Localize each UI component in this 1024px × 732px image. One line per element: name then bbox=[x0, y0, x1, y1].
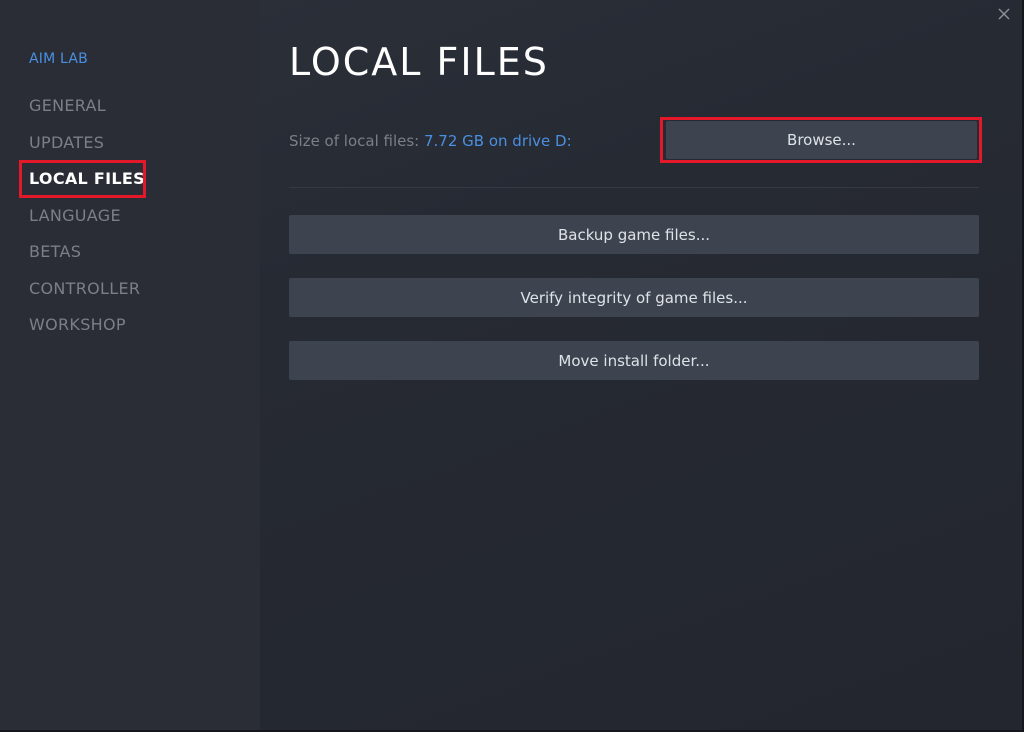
page-title: LOCAL FILES bbox=[289, 40, 549, 84]
properties-window: AIM LAB GENERAL UPDATES LOCAL FILES LANG… bbox=[0, 0, 1024, 732]
size-label: Size of local files: bbox=[289, 132, 420, 150]
move-install-folder-button[interactable]: Move install folder... bbox=[289, 341, 979, 380]
sidebar-item-language[interactable]: LANGUAGE bbox=[29, 206, 121, 225]
sidebar-item-updates[interactable]: UPDATES bbox=[29, 133, 104, 152]
close-button[interactable] bbox=[996, 6, 1012, 22]
verify-integrity-button[interactable]: Verify integrity of game files... bbox=[289, 278, 979, 317]
main-panel: LOCAL FILES Size of local files: 7.72 GB… bbox=[260, 0, 1022, 730]
backup-game-files-button[interactable]: Backup game files... bbox=[289, 215, 979, 254]
local-files-size: Size of local files: 7.72 GB on drive D: bbox=[289, 132, 572, 150]
sidebar-item-general[interactable]: GENERAL bbox=[29, 96, 106, 115]
size-value: 7.72 GB on drive D: bbox=[424, 132, 572, 150]
sidebar-item-local-files[interactable]: LOCAL FILES bbox=[29, 169, 145, 188]
browse-button[interactable]: Browse... bbox=[666, 121, 977, 159]
sidebar: AIM LAB GENERAL UPDATES LOCAL FILES LANG… bbox=[0, 0, 260, 730]
separator bbox=[289, 187, 979, 188]
sidebar-item-workshop[interactable]: WORKSHOP bbox=[29, 315, 126, 334]
close-icon bbox=[998, 8, 1010, 20]
app-name: AIM LAB bbox=[29, 51, 88, 67]
sidebar-item-betas[interactable]: BETAS bbox=[29, 242, 81, 261]
sidebar-item-controller[interactable]: CONTROLLER bbox=[29, 279, 140, 298]
